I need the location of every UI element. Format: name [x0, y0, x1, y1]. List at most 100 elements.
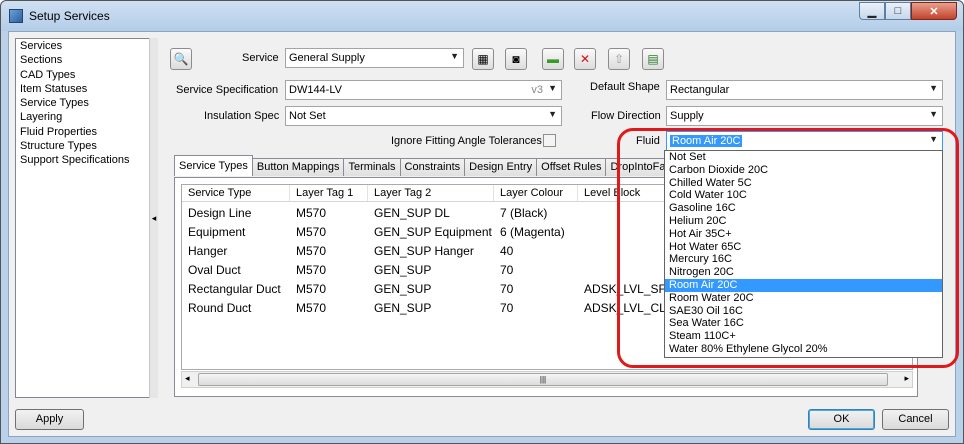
table-cell: M570: [296, 301, 327, 315]
minimize-icon: ▁: [867, 5, 877, 18]
export-button[interactable]: ▤: [642, 48, 664, 70]
tab-service-types[interactable]: Service Types: [174, 155, 253, 176]
scroll-left-icon[interactable]: ◂: [185, 373, 190, 384]
table-cell: 6 (Magenta): [500, 225, 565, 239]
sidebar-item-service-types[interactable]: Service Types: [16, 96, 156, 110]
table-cell: M570: [296, 263, 327, 277]
tab-terminals[interactable]: Terminals: [343, 158, 401, 176]
apply-button[interactable]: Apply: [15, 409, 84, 430]
table-cell: Hanger: [188, 244, 228, 258]
table-cell: Design Line: [188, 206, 252, 220]
table-cell: M570: [296, 206, 327, 220]
table-cell: Rectangular Duct: [188, 282, 281, 296]
fluid-option-selected[interactable]: Room Air 20C: [665, 278, 942, 292]
table-cell: M570: [296, 225, 327, 239]
fluid-option[interactable]: Room Water 20C: [665, 292, 942, 305]
chevron-down-icon: ▼: [548, 83, 557, 93]
tab-offset-rules[interactable]: Offset Rules: [536, 158, 607, 176]
column-header[interactable]: Layer Tag 1: [290, 185, 368, 201]
table-cell: GEN_SUP: [374, 263, 432, 277]
fluid-option[interactable]: Hot Water 65C: [665, 241, 942, 254]
sidebar-item-support-specifications[interactable]: Support Specifications: [16, 153, 156, 167]
fluid-option[interactable]: Steam 110C+: [665, 330, 942, 343]
fluid-option[interactable]: Carbon Dioxide 20C: [665, 164, 942, 177]
spec-value: DW144-LV: [289, 84, 342, 96]
preview-icon: 🔍: [173, 52, 189, 66]
sidebar-item-structure-types[interactable]: Structure Types: [16, 139, 156, 153]
preview-button[interactable]: 🔍: [170, 48, 192, 70]
service-label: Service: [242, 52, 279, 64]
fluid-option[interactable]: Water 80% Ethylene Glycol 20%: [665, 343, 942, 356]
maximize-button[interactable]: □: [885, 2, 911, 20]
table-cell: 70: [500, 282, 514, 296]
sidebar-item-sections[interactable]: Sections: [16, 53, 156, 67]
setup-services-window: Setup Services ▁ □ ✕ Services Sections C…: [0, 0, 964, 444]
sidebar-item-services[interactable]: Services: [16, 39, 156, 53]
minimize-button[interactable]: ▁: [859, 2, 885, 20]
fluid-option[interactable]: Chilled Water 5C: [665, 177, 942, 190]
ignore-angle-checkbox[interactable]: [543, 134, 556, 147]
add-icon: ▬: [547, 52, 559, 66]
fluid-dropdown-list: Not Set Carbon Dioxide 20C Chilled Water…: [664, 150, 943, 358]
ignore-angle-label: Ignore Fitting Angle Tolerances: [391, 135, 542, 147]
sidebar-item-layering[interactable]: Layering: [16, 110, 156, 124]
sidebar-item-cad-types[interactable]: CAD Types: [16, 68, 156, 82]
shape-combo[interactable]: Rectangular ▼: [666, 80, 943, 100]
scroll-right-icon[interactable]: ▸: [904, 373, 909, 384]
insulation-combo[interactable]: Not Set ▼: [285, 106, 562, 126]
delete-button[interactable]: ✕: [574, 48, 596, 70]
chevron-left-icon: ◂: [151, 212, 157, 223]
column-header[interactable]: Service Type: [182, 185, 290, 201]
tab-design-entry[interactable]: Design Entry: [464, 158, 538, 176]
fluid-option[interactable]: SAE30 Oil 16C: [665, 305, 942, 318]
add-button[interactable]: ▬: [542, 48, 564, 70]
ok-button[interactable]: OK: [808, 409, 875, 430]
table-cell: Round Duct: [188, 301, 252, 315]
service-combo[interactable]: General Supply ▼: [285, 48, 464, 68]
close-button[interactable]: ✕: [911, 2, 957, 20]
sidebar-item-fluid-properties[interactable]: Fluid Properties: [16, 125, 156, 139]
move-up-button[interactable]: ⇧: [608, 48, 630, 70]
service-template-button[interactable]: ◙: [505, 48, 527, 70]
column-header[interactable]: Layer Tag 2: [368, 185, 494, 201]
splitter-collapse[interactable]: ◂: [149, 38, 158, 398]
spec-label: Service Specification: [176, 84, 279, 96]
tab-button-mappings[interactable]: Button Mappings: [251, 158, 345, 176]
title-bar[interactable]: Setup Services ▁ □ ✕: [1, 1, 963, 31]
export-icon: ▤: [647, 52, 659, 66]
fluid-option[interactable]: Not Set: [665, 151, 942, 164]
properties-icon: ▦: [477, 52, 489, 66]
sidebar-item-item-statuses[interactable]: Item Statuses: [16, 82, 156, 96]
insulation-value: Not Set: [289, 110, 326, 122]
horizontal-scrollbar[interactable]: ◂ ||| ▸: [181, 371, 913, 388]
sidebar: Services Sections CAD Types Item Statuse…: [15, 38, 157, 398]
fluid-option[interactable]: Helium 20C: [665, 215, 942, 228]
flow-label: Flow Direction: [591, 110, 661, 122]
arrow-up-icon: ⇧: [613, 52, 625, 66]
spec-version: v3: [531, 84, 543, 96]
window-title: Setup Services: [29, 9, 110, 23]
table-cell: GEN_SUP: [374, 282, 432, 296]
template-icon: ◙: [512, 52, 520, 66]
fluid-option[interactable]: Hot Air 35C+: [665, 228, 942, 241]
flow-combo[interactable]: Supply ▼: [666, 106, 943, 126]
fluid-option[interactable]: Nitrogen 20C: [665, 266, 942, 279]
spec-combo[interactable]: DW144-LV v3 ▼: [285, 80, 562, 100]
chevron-down-icon: ▼: [929, 109, 938, 119]
scroll-thumb[interactable]: |||: [198, 373, 888, 386]
table-cell: 7 (Black): [500, 206, 548, 220]
table-cell: Equipment: [188, 225, 246, 239]
fluid-value: Room Air 20C: [670, 135, 743, 147]
fluid-option[interactable]: Cold Water 10C: [665, 189, 942, 202]
fluid-combo[interactable]: Room Air 20C ▼: [666, 131, 943, 151]
column-header[interactable]: Layer Colour: [494, 185, 578, 201]
tab-strip: Service Types Button Mappings Terminals …: [174, 155, 676, 176]
table-cell: 70: [500, 263, 514, 277]
fluid-option[interactable]: Mercury 16C: [665, 253, 942, 266]
table-cell: GEN_SUP Equipment: [374, 225, 492, 239]
cancel-button[interactable]: Cancel: [882, 409, 949, 430]
properties-button[interactable]: ▦: [472, 48, 494, 70]
fluid-option[interactable]: Gasoline 16C: [665, 202, 942, 215]
fluid-option[interactable]: Sea Water 16C: [665, 317, 942, 330]
tab-constraints[interactable]: Constraints: [399, 158, 466, 176]
